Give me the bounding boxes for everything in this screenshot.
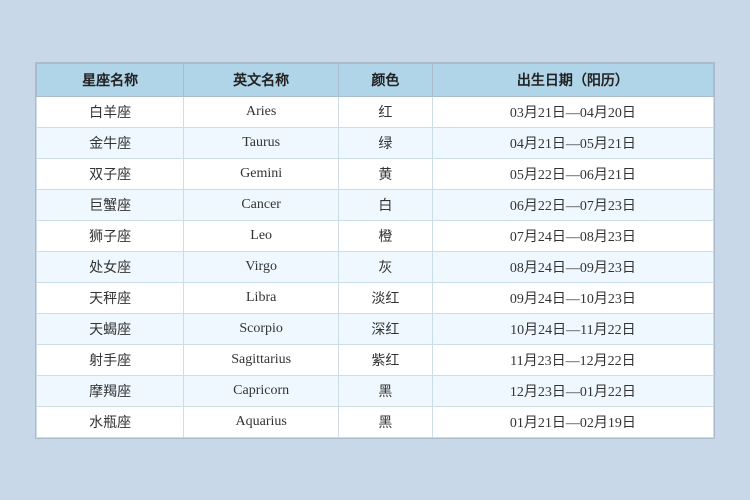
cell-color: 黑 bbox=[339, 375, 433, 406]
cell-english-name: Aquarius bbox=[184, 406, 339, 437]
cell-color: 黑 bbox=[339, 406, 433, 437]
cell-chinese-name: 白羊座 bbox=[37, 96, 184, 127]
cell-color: 黄 bbox=[339, 158, 433, 189]
zodiac-table: 星座名称 英文名称 颜色 出生日期（阳历） 白羊座Aries红03月21日—04… bbox=[36, 63, 714, 438]
cell-color: 白 bbox=[339, 189, 433, 220]
cell-dates: 10月24日—11月22日 bbox=[432, 313, 713, 344]
cell-dates: 04月21日—05月21日 bbox=[432, 127, 713, 158]
cell-color: 绿 bbox=[339, 127, 433, 158]
cell-dates: 07月24日—08月23日 bbox=[432, 220, 713, 251]
cell-chinese-name: 天蝎座 bbox=[37, 313, 184, 344]
cell-english-name: Gemini bbox=[184, 158, 339, 189]
table-row: 处女座Virgo灰08月24日—09月23日 bbox=[37, 251, 714, 282]
cell-english-name: Libra bbox=[184, 282, 339, 313]
cell-chinese-name: 狮子座 bbox=[37, 220, 184, 251]
cell-chinese-name: 水瓶座 bbox=[37, 406, 184, 437]
cell-english-name: Aries bbox=[184, 96, 339, 127]
cell-dates: 09月24日—10月23日 bbox=[432, 282, 713, 313]
cell-chinese-name: 双子座 bbox=[37, 158, 184, 189]
cell-chinese-name: 天秤座 bbox=[37, 282, 184, 313]
cell-english-name: Scorpio bbox=[184, 313, 339, 344]
cell-dates: 01月21日—02月19日 bbox=[432, 406, 713, 437]
zodiac-table-container: 星座名称 英文名称 颜色 出生日期（阳历） 白羊座Aries红03月21日—04… bbox=[35, 62, 715, 439]
cell-color: 橙 bbox=[339, 220, 433, 251]
table-body: 白羊座Aries红03月21日—04月20日金牛座Taurus绿04月21日—0… bbox=[37, 96, 714, 437]
cell-chinese-name: 巨蟹座 bbox=[37, 189, 184, 220]
cell-dates: 12月23日—01月22日 bbox=[432, 375, 713, 406]
table-row: 白羊座Aries红03月21日—04月20日 bbox=[37, 96, 714, 127]
cell-color: 深红 bbox=[339, 313, 433, 344]
table-row: 天蝎座Scorpio深红10月24日—11月22日 bbox=[37, 313, 714, 344]
cell-english-name: Leo bbox=[184, 220, 339, 251]
header-color: 颜色 bbox=[339, 63, 433, 96]
table-row: 狮子座Leo橙07月24日—08月23日 bbox=[37, 220, 714, 251]
table-row: 天秤座Libra淡红09月24日—10月23日 bbox=[37, 282, 714, 313]
header-dates: 出生日期（阳历） bbox=[432, 63, 713, 96]
cell-english-name: Sagittarius bbox=[184, 344, 339, 375]
cell-chinese-name: 射手座 bbox=[37, 344, 184, 375]
header-english-name: 英文名称 bbox=[184, 63, 339, 96]
cell-english-name: Cancer bbox=[184, 189, 339, 220]
cell-chinese-name: 处女座 bbox=[37, 251, 184, 282]
table-row: 水瓶座Aquarius黑01月21日—02月19日 bbox=[37, 406, 714, 437]
table-row: 巨蟹座Cancer白06月22日—07月23日 bbox=[37, 189, 714, 220]
cell-dates: 08月24日—09月23日 bbox=[432, 251, 713, 282]
header-chinese-name: 星座名称 bbox=[37, 63, 184, 96]
table-row: 摩羯座Capricorn黑12月23日—01月22日 bbox=[37, 375, 714, 406]
cell-dates: 11月23日—12月22日 bbox=[432, 344, 713, 375]
cell-chinese-name: 金牛座 bbox=[37, 127, 184, 158]
cell-english-name: Taurus bbox=[184, 127, 339, 158]
table-row: 射手座Sagittarius紫红11月23日—12月22日 bbox=[37, 344, 714, 375]
table-row: 双子座Gemini黄05月22日—06月21日 bbox=[37, 158, 714, 189]
table-row: 金牛座Taurus绿04月21日—05月21日 bbox=[37, 127, 714, 158]
table-header-row: 星座名称 英文名称 颜色 出生日期（阳历） bbox=[37, 63, 714, 96]
cell-color: 红 bbox=[339, 96, 433, 127]
cell-color: 灰 bbox=[339, 251, 433, 282]
cell-dates: 03月21日—04月20日 bbox=[432, 96, 713, 127]
cell-chinese-name: 摩羯座 bbox=[37, 375, 184, 406]
cell-color: 淡红 bbox=[339, 282, 433, 313]
cell-english-name: Capricorn bbox=[184, 375, 339, 406]
cell-dates: 06月22日—07月23日 bbox=[432, 189, 713, 220]
cell-dates: 05月22日—06月21日 bbox=[432, 158, 713, 189]
cell-color: 紫红 bbox=[339, 344, 433, 375]
cell-english-name: Virgo bbox=[184, 251, 339, 282]
